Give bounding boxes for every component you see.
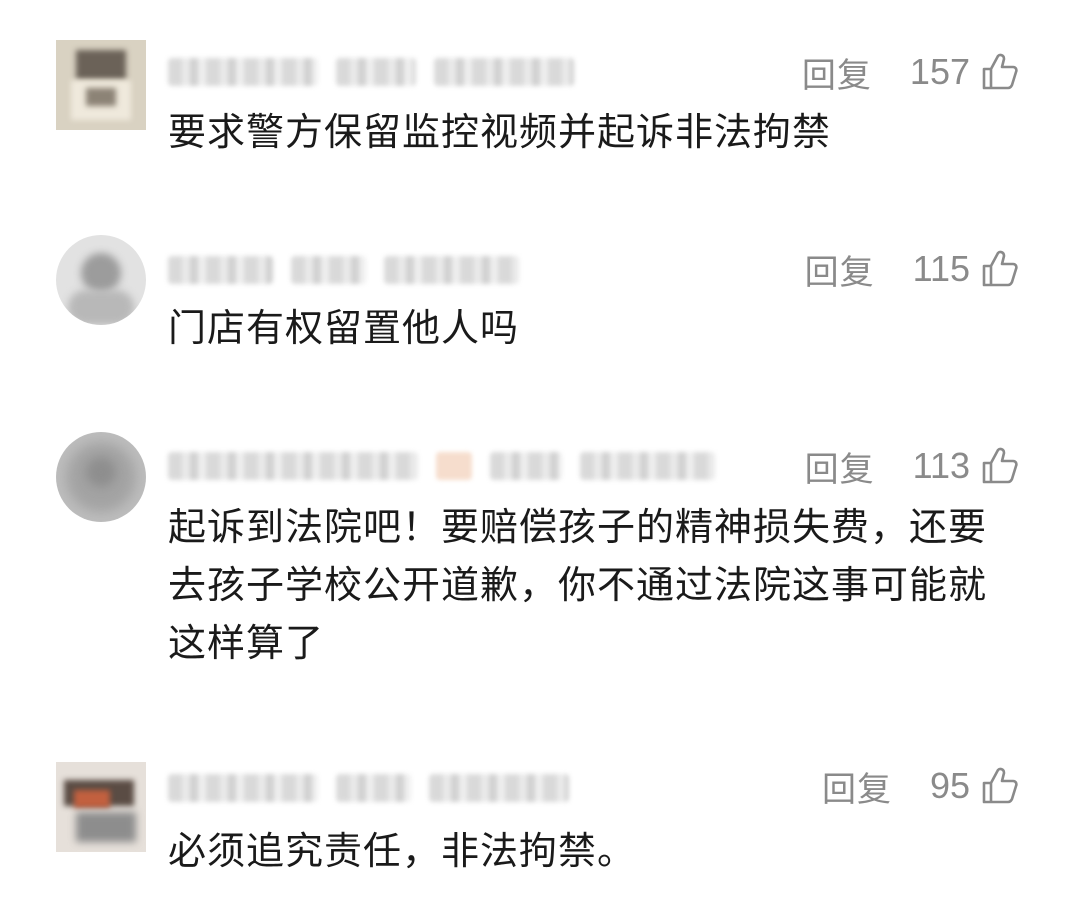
reply-button[interactable]: 回复: [802, 48, 872, 97]
comment-actions: 回复 95: [822, 756, 1020, 816]
like-count: 157: [909, 51, 970, 92]
like-count: 115: [912, 248, 970, 289]
date-blurred: [434, 58, 574, 86]
thumbs-up-icon[interactable]: [980, 446, 1020, 486]
location-blurred: [336, 58, 416, 86]
date-blurred: [384, 256, 519, 284]
badge-blurred: [436, 452, 472, 480]
comment-text: 起诉到法院吧！要赔偿孩子的精神损失费，还要去孩子学校公开道歉，你不通过法院这事可…: [168, 505, 988, 665]
comment-actions: 回复 157: [802, 42, 1020, 102]
location-blurred: [490, 452, 562, 480]
username-meta-blurred: [168, 768, 569, 808]
user-avatar[interactable]: [56, 762, 146, 852]
username-meta-blurred: [168, 250, 519, 290]
reply-button[interactable]: 回复: [805, 245, 875, 294]
username-meta-blurred: [168, 446, 715, 486]
username-blurred: [168, 774, 318, 802]
reply-button[interactable]: 回复: [805, 442, 875, 491]
like-count: 95: [929, 765, 970, 806]
comment-text: 要求警方保留监控视频并起诉非法拘禁: [168, 110, 832, 154]
username-blurred: [168, 256, 273, 284]
date-blurred: [429, 774, 569, 802]
date-blurred: [580, 452, 715, 480]
comment-text: 门店有权留置他人吗: [168, 306, 520, 350]
reply-button[interactable]: 回复: [822, 762, 892, 811]
comment-text: 必须追究责任，非法拘禁。: [168, 829, 637, 873]
comment-actions: 回复 113: [805, 436, 1020, 496]
user-avatar[interactable]: [56, 40, 146, 130]
location-blurred: [291, 256, 366, 284]
thumbs-up-icon[interactable]: [980, 249, 1020, 289]
username-blurred: [168, 452, 418, 480]
username-meta-blurred: [168, 52, 574, 92]
username-blurred: [168, 58, 318, 86]
user-avatar[interactable]: [56, 432, 146, 522]
thumbs-up-icon[interactable]: [980, 766, 1020, 806]
like-count: 113: [912, 445, 970, 486]
location-blurred: [336, 774, 411, 802]
thumbs-up-icon[interactable]: [980, 52, 1020, 92]
comment-actions: 回复 115: [805, 239, 1020, 299]
user-avatar[interactable]: [56, 235, 146, 325]
